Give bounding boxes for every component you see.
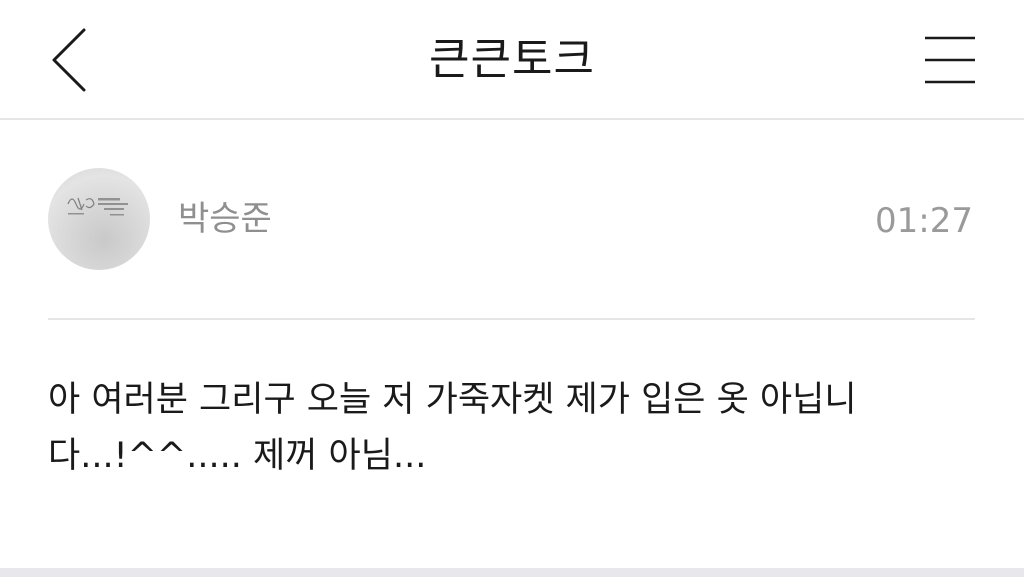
top-navigation-bar: 큰큰토크: [0, 0, 1024, 120]
post-text-line: 아 여러분 그리구 오늘 저 가죽자켓 제가 입은 옷 아닙니: [48, 380, 857, 420]
avatar-logo-image: [67, 197, 128, 216]
post-header: 박승준 01:27: [48, 120, 975, 320]
avatar[interactable]: [48, 168, 150, 270]
post-content: 아 여러분 그리구 오늘 저 가죽자켓 제가 입은 옷 아닙니 다...!^^.…: [48, 372, 978, 484]
section-divider-bar: [0, 568, 1024, 577]
back-button[interactable]: [40, 22, 100, 98]
post-timestamp: 01:27: [875, 201, 973, 241]
post-card: 박승준 01:27 아 여러분 그리구 오늘 저 가죽자켓 제가 입은 옷 아닙…: [0, 120, 1024, 568]
post-text-line: 다...!^^..... 제꺼 아님...: [48, 436, 427, 476]
menu-button[interactable]: [922, 34, 978, 88]
hamburger-menu-icon: [925, 36, 975, 84]
app-screen: 큰큰토크 박승준 01:27 아 여러분 그리구 오늘 저 가죽자켓 제가 입은…: [0, 0, 1024, 577]
page-title: 큰큰토크: [429, 34, 595, 85]
chevron-left-icon: [52, 28, 86, 92]
author-name[interactable]: 박승준: [178, 194, 272, 244]
